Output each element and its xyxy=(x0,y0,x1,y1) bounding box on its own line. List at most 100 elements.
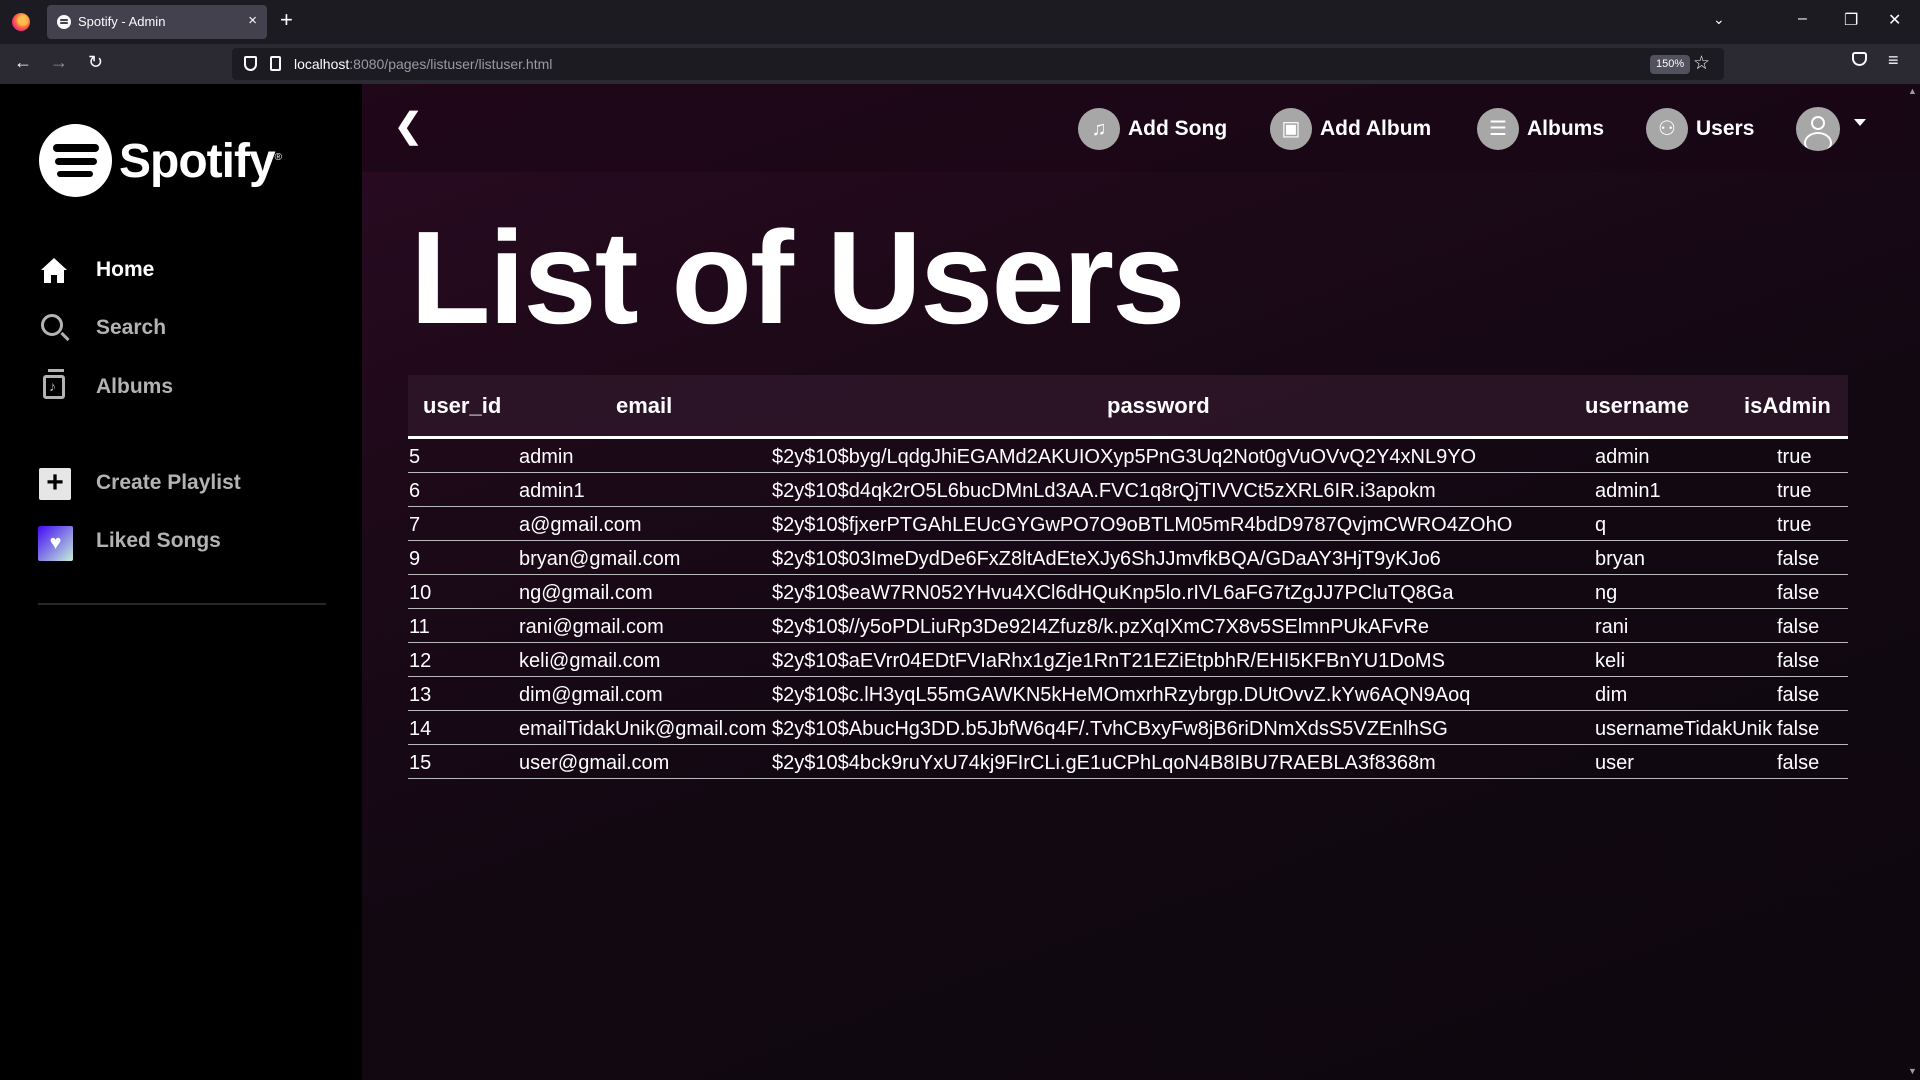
user-avatar-icon[interactable] xyxy=(1796,107,1840,151)
logo-wordmark: Spotify xyxy=(119,135,276,188)
scroll-up-arrow-icon[interactable]: ▲ xyxy=(1908,86,1917,96)
back-chevron-button[interactable]: ❮ xyxy=(394,106,423,146)
table-row: 6 admin1 $2y$10$d4qk2rO5L6bucDMnLd3AA.FVC1… xyxy=(408,473,1848,507)
search-icon xyxy=(38,312,74,344)
cell-username: bryan xyxy=(1595,548,1646,570)
page-info-icon[interactable] xyxy=(270,56,281,71)
close-window-button[interactable]: ✕ xyxy=(1888,10,1901,30)
registered-mark: ® xyxy=(274,152,282,163)
avatar-head xyxy=(1811,116,1825,130)
search-lens xyxy=(41,314,63,336)
table-row: 15 user@gmail.com $2y$10$4bck9ruYxU74kj9FI… xyxy=(408,745,1848,779)
main-content: ❮ ♫ Add Song ▣ Add Album ☰ Albums ⚇ User… xyxy=(362,84,1920,1080)
cell-username: admin1 xyxy=(1595,480,1661,502)
cell-is-admin: false xyxy=(1777,616,1820,638)
caret-down-icon[interactable] xyxy=(1854,119,1866,126)
cell-password: $2y$10$4bck9ruYxU74kj9FIrCLi.gE1uCPhLqoN… xyxy=(772,752,1436,774)
browser-tab-bar: Spotify - Admin × + ⌄ – ❐ ✕ xyxy=(0,0,1920,44)
forward-button[interactable]: → xyxy=(50,52,68,73)
cell-password: $2y$10$AbucHg3DD.b5JbfW6q4F/.TvhCBxyFw8j… xyxy=(772,718,1448,740)
cell-username: q xyxy=(1595,514,1607,536)
spotify-logo-icon[interactable] xyxy=(39,124,112,197)
firefox-logo-icon xyxy=(12,13,30,31)
new-tab-button[interactable]: + xyxy=(280,8,293,32)
table-row: 9 bryan@gmail.com $2y$10$03ImeDydDe6FxZ8lt… xyxy=(408,541,1848,575)
cell-user-id: 12 xyxy=(409,650,432,672)
cell-username: usernameTidakUnik xyxy=(1595,718,1773,740)
column-header-is-admin: isAdmin xyxy=(1744,393,1831,418)
sidebar-item-home[interactable]: Home xyxy=(38,252,338,288)
cell-email: user@gmail.com xyxy=(519,752,670,774)
album-shape xyxy=(43,369,65,399)
sidebar-divider xyxy=(38,603,326,605)
cell-is-admin: true xyxy=(1777,480,1812,502)
spotify-logo-text[interactable]: Spotify® xyxy=(119,134,282,189)
minimize-window-button[interactable]: – xyxy=(1798,10,1807,28)
cell-email: ng@gmail.com xyxy=(519,582,653,604)
browser-nav-bar: ← → ↻ localhost:8080/pages/listuser/list… xyxy=(0,44,1920,84)
cell-password: $2y$10$03ImeDydDe6FxZ8ltAdEteXJy6ShJJmvf… xyxy=(772,548,1441,570)
hamburger-menu-icon[interactable]: ≡ xyxy=(1888,50,1899,71)
tab-title: Spotify - Admin xyxy=(78,14,166,29)
logo-wave xyxy=(57,171,93,177)
close-tab-icon[interactable]: × xyxy=(248,12,257,29)
column-header-user-id: user_id xyxy=(423,393,502,418)
page-title: List of Users xyxy=(410,204,1186,351)
cell-is-admin: false xyxy=(1777,718,1820,740)
cell-user-id: 5 xyxy=(409,446,421,468)
table-row: 13 dim@gmail.com $2y$10$c.lH3yqL55mGAWKN5k… xyxy=(408,677,1848,711)
cell-email: a@gmail.com xyxy=(519,514,642,536)
tracking-protection-shield-icon[interactable] xyxy=(244,56,257,71)
users-table: user_id email password username isAdmin … xyxy=(408,375,1848,779)
cell-username: ng xyxy=(1595,582,1618,604)
sidebar-item-albums[interactable]: Albums xyxy=(38,369,338,405)
column-header-password: password xyxy=(1107,393,1210,418)
cell-user-id: 7 xyxy=(409,514,421,536)
zoom-level-badge[interactable]: 150% xyxy=(1650,55,1691,74)
album-icon: ▣ xyxy=(1270,108,1312,150)
nav-action-label: Add Song xyxy=(1128,117,1228,140)
cell-is-admin: false xyxy=(1777,582,1820,604)
spotify-favicon-icon xyxy=(57,15,71,29)
cell-email: bryan@gmail.com xyxy=(519,548,681,570)
cell-is-admin: false xyxy=(1777,684,1820,706)
cell-password: $2y$10$d4qk2rO5L6bucDMnLd3AA.FVC1q8rQjTI… xyxy=(772,480,1436,502)
browser-tab[interactable]: Spotify - Admin × xyxy=(47,5,267,39)
scroll-down-arrow-icon[interactable]: ▼ xyxy=(1908,1066,1917,1076)
sidebar-item-label: Search xyxy=(96,316,167,339)
cell-email: admin1 xyxy=(519,480,585,502)
sidebar-item-create-playlist[interactable]: + Create Playlist xyxy=(38,465,338,501)
sidebar: Spotify® Home Search Albums + Create Pla… xyxy=(0,84,362,1080)
url-text[interactable]: localhost:8080/pages/listuser/listuser.h… xyxy=(294,56,552,72)
cell-password: $2y$10$eaW7RN052YHvu4XCl6dHQuKnp5lo.rIVL… xyxy=(772,582,1454,604)
back-button[interactable]: ← xyxy=(14,52,32,73)
plus-box: + xyxy=(39,468,71,500)
sidebar-item-search[interactable]: Search xyxy=(38,310,338,346)
table-header: user_id email password username isAdmin xyxy=(408,375,1848,439)
cell-password: $2y$10$byg/LqdgJhiEGAMd2AKUIOXyp5PnG3Uq2… xyxy=(772,446,1477,468)
plus-icon: + xyxy=(38,467,74,500)
bookmark-star-icon[interactable]: ☆ xyxy=(1693,52,1710,75)
cell-is-admin: false xyxy=(1777,548,1820,570)
home-door xyxy=(51,275,57,283)
cell-password: $2y$10$aEVrr04EDtFVIaRhx1gZje1RnT21EZiEt… xyxy=(772,650,1445,672)
home-shape xyxy=(41,258,67,283)
address-bar[interactable]: localhost:8080/pages/listuser/listuser.h… xyxy=(232,48,1724,80)
cell-user-id: 11 xyxy=(409,616,430,638)
cell-username: dim xyxy=(1595,684,1628,706)
cell-email: dim@gmail.com xyxy=(519,684,663,706)
column-header-username: username xyxy=(1585,393,1689,418)
heart-box: ♥ xyxy=(38,526,73,561)
home-icon xyxy=(38,254,74,286)
cell-username: rani xyxy=(1595,616,1629,638)
sidebar-item-label: Albums xyxy=(96,375,174,398)
restore-window-button[interactable]: ❐ xyxy=(1844,10,1858,30)
sidebar-item-liked-songs[interactable]: ♥ Liked Songs xyxy=(38,523,338,561)
cell-password: $2y$10$//y5oPDLiuRp3De92I4Zfuz8/k.pzXqIX… xyxy=(772,616,1429,638)
cell-email: emailTidakUnik@gmail.com xyxy=(519,718,767,740)
tab-list-chevron-icon[interactable]: ⌄ xyxy=(1713,11,1725,28)
nav-action-label: Add Album xyxy=(1320,117,1432,140)
cell-is-admin: false xyxy=(1777,752,1820,774)
cell-password: $2y$10$c.lH3yqL55mGAWKN5kHeMOmxrhRzybrgp… xyxy=(772,684,1471,706)
reload-button[interactable]: ↻ xyxy=(88,52,103,73)
